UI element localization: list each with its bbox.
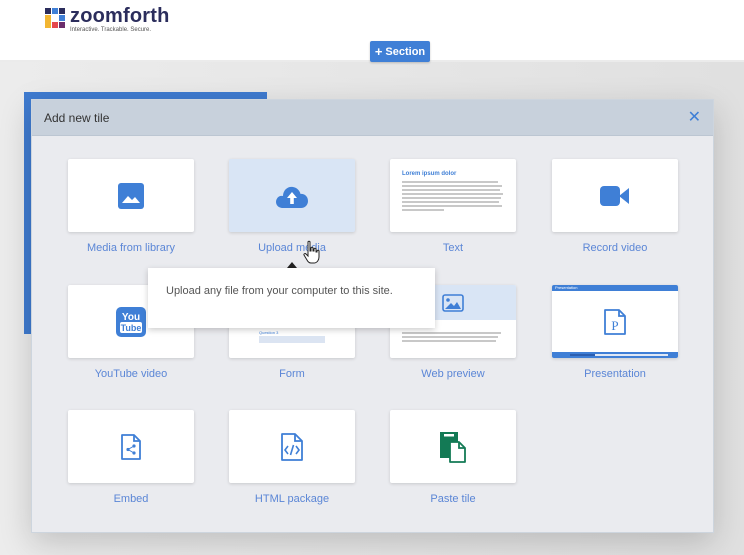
image-icon: [118, 182, 144, 209]
text-preview: Lorem ipsum dolor: [390, 159, 516, 232]
logo-mark-icon: [45, 8, 65, 28]
tile-label: Paste tile: [430, 493, 476, 505]
video-camera-icon: [600, 185, 629, 206]
image-outline-icon: [442, 293, 464, 312]
tile-label: Form: [279, 368, 305, 380]
hand-cursor-icon: [303, 240, 320, 264]
modal-header: Add new tile ✕: [32, 100, 713, 136]
tile-label: Presentation: [584, 368, 646, 380]
presentation-preview-title: Presentation: [555, 285, 578, 290]
tile-upload-media[interactable]: Upload media: [229, 159, 355, 254]
presentation-icon: P: [604, 308, 626, 335]
paste-icon: [440, 431, 466, 463]
text-preview-title: Lorem ipsum dolor: [402, 171, 457, 177]
tile-label: Web preview: [421, 368, 485, 380]
add-section-label: Section: [385, 45, 426, 58]
embed-file-icon: [121, 433, 141, 460]
close-icon[interactable]: ✕: [688, 109, 701, 126]
svg-text:You: You: [122, 312, 140, 323]
modal-title: Add new tile: [44, 110, 110, 125]
tile-label: Record video: [582, 242, 648, 254]
presentation-preview: Presentation P: [552, 285, 678, 358]
tile-label: Media from library: [86, 242, 176, 254]
tile-media-from-library[interactable]: Media from library: [68, 159, 194, 254]
tile-paste-tile[interactable]: Paste tile: [390, 410, 516, 505]
svg-text:Tube: Tube: [121, 323, 142, 333]
tile-label: YouTube video: [94, 368, 168, 380]
form-preview-field-label: Question 3: [259, 330, 279, 335]
tile-presentation[interactable]: Presentation P Presentation: [552, 285, 678, 380]
tile-label: Text: [442, 242, 464, 254]
tile-html-package[interactable]: HTML package: [229, 410, 355, 505]
zoomforth-logo[interactable]: zoomforth Interactive. Trackable. Secure…: [45, 6, 170, 34]
svg-text:P: P: [611, 318, 618, 333]
html-file-icon: [281, 432, 303, 461]
tile-label: Embed: [113, 493, 149, 505]
upload-media-tooltip: Upload any file from your computer to th…: [148, 268, 435, 328]
brand-tagline: Interactive. Trackable. Secure.: [70, 27, 152, 33]
brand-name: zoomforth: [70, 5, 170, 27]
tile-record-video[interactable]: Record video: [552, 159, 678, 254]
tile-text[interactable]: Lorem ipsum dolor Text: [390, 159, 516, 254]
youtube-icon: You Tube: [116, 306, 146, 337]
cloud-upload-icon: [276, 186, 308, 208]
plus-icon: +: [374, 44, 383, 59]
tile-embed[interactable]: Embed: [68, 410, 194, 505]
tile-label: HTML package: [254, 493, 330, 505]
add-section-button[interactable]: + Section: [370, 41, 430, 62]
